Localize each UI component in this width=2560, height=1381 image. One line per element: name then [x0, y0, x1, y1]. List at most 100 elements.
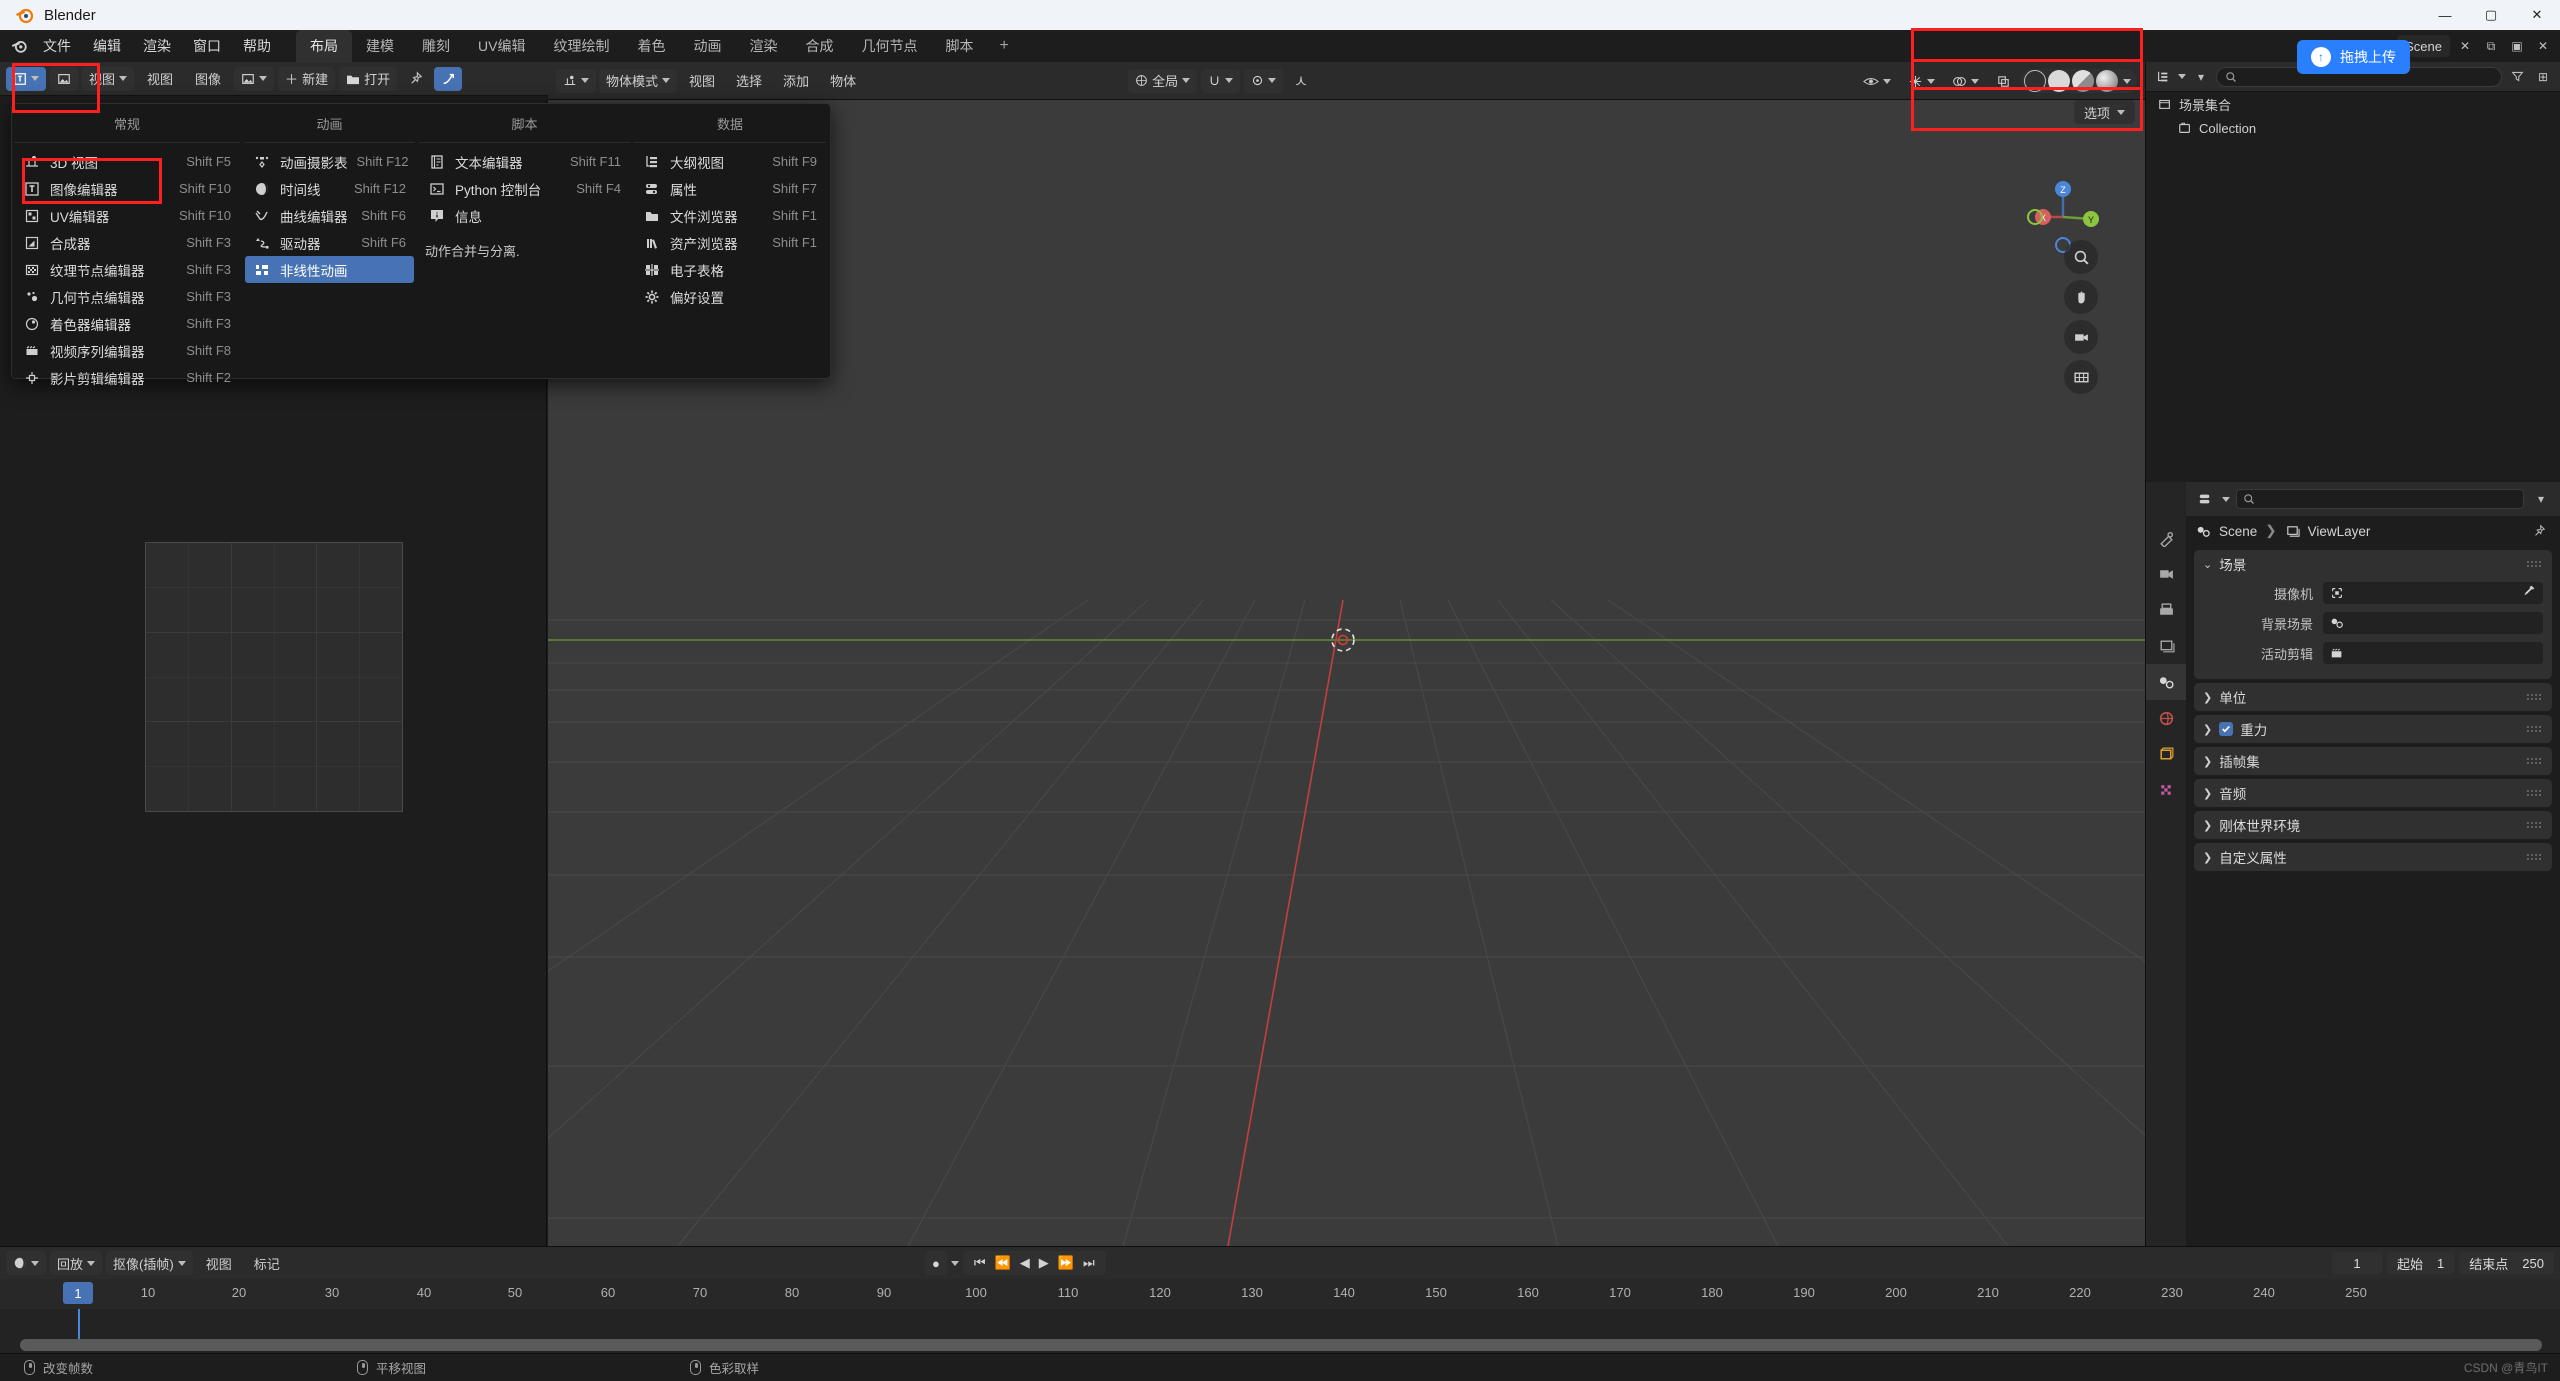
- visibility-filter-icon[interactable]: [1856, 69, 1898, 93]
- menu-item-spreadsheet[interactable]: 电子表格: [635, 256, 825, 283]
- tab-output-icon[interactable]: [2146, 592, 2186, 628]
- viewlayer-icon[interactable]: ▣: [2506, 35, 2528, 57]
- breadcrumb-viewlayer[interactable]: ViewLayer: [2308, 524, 2371, 539]
- timeline-menu-view[interactable]: 视图: [197, 1254, 241, 1273]
- shading-wireframe-icon[interactable]: [2024, 70, 2046, 92]
- menu-item-video-sequencer[interactable]: 视频序列编辑器 Shift F8: [15, 337, 239, 364]
- tab-rendering[interactable]: 渲染: [735, 30, 791, 62]
- transform-orientation-dropdown[interactable]: 全局: [1128, 68, 1198, 93]
- tab-shading[interactable]: 着色: [623, 30, 679, 62]
- shading-material-icon[interactable]: [2072, 70, 2094, 92]
- transport-controls[interactable]: ⏮ ⏪ ◀ ▶ ⏩ ⏭: [962, 1251, 1106, 1275]
- jump-to-start-icon[interactable]: ⏮: [974, 1255, 986, 1271]
- menu-item-movie-clip-editor[interactable]: 影片剪辑编辑器 Shift F2: [15, 364, 239, 391]
- close-button[interactable]: ✕: [2514, 0, 2560, 30]
- timeline-track-area[interactable]: [0, 1309, 2560, 1354]
- panel-audio[interactable]: ❯ 音频: [2194, 779, 2552, 807]
- grip-dots-units[interactable]: [2526, 692, 2543, 703]
- grip-dots-custom[interactable]: [2526, 852, 2543, 863]
- add-workspace-button[interactable]: +: [987, 35, 1020, 57]
- gizmo-toggle-icon[interactable]: [1901, 69, 1942, 93]
- menu-item-geometry-node-editor[interactable]: 几何节点编辑器 Shift F3: [15, 283, 239, 310]
- shading-rendered-icon[interactable]: [2096, 70, 2118, 92]
- tab-uv-editing[interactable]: UV编辑: [464, 30, 539, 62]
- minimize-button[interactable]: —: [2422, 0, 2468, 30]
- tab-animation[interactable]: 动画: [679, 30, 735, 62]
- image-menu-image[interactable]: 图像: [186, 69, 230, 88]
- menu-item-shader-editor[interactable]: 着色器编辑器 Shift F3: [15, 310, 239, 337]
- viewport-menu-select[interactable]: 选择: [727, 71, 771, 90]
- outliner-row-scene-collection[interactable]: 场景集合: [2146, 92, 2560, 116]
- current-frame-field[interactable]: 1: [2332, 1252, 2383, 1274]
- timeline-horizontal-scrollbar[interactable]: [20, 1339, 2542, 1351]
- upload-widget[interactable]: ↑ 拖拽上传: [2297, 40, 2410, 74]
- menu-item-text-editor[interactable]: 文本编辑器 Shift F11: [420, 148, 629, 175]
- copy-scene-icon[interactable]: ⧉: [2480, 35, 2502, 57]
- pan-hand-icon[interactable]: [2064, 280, 2098, 314]
- menu-item-outliner[interactable]: 大纲视图 Shift F9: [635, 148, 825, 175]
- panel-scene[interactable]: ⌄ 场景 摄像机 背景场景 活动剪辑: [2194, 550, 2552, 679]
- playback-menu[interactable]: 回放: [50, 1251, 103, 1275]
- menu-item-image-editor[interactable]: 图像编辑器 Shift F10: [15, 175, 239, 202]
- object-mode-dropdown[interactable]: 物体模式: [599, 68, 678, 93]
- menu-item-preferences[interactable]: 偏好设置: [635, 283, 825, 310]
- viewport-menu-object[interactable]: 物体: [821, 71, 865, 90]
- grip-dots-scene[interactable]: [2526, 559, 2543, 570]
- proportional-edit-icon[interactable]: [1244, 68, 1284, 93]
- menu-item-drivers[interactable]: 驱动器 Shift F6: [245, 229, 414, 256]
- open-image-button[interactable]: 打开: [339, 66, 398, 91]
- ortho-toggle-icon[interactable]: [2064, 360, 2098, 394]
- panel-head-scene[interactable]: ⌄ 场景: [2194, 550, 2552, 578]
- menu-item-python-console[interactable]: Python 控制台 Shift F4: [420, 175, 629, 202]
- panel-head-rigid-body-world[interactable]: ❯ 刚体世界环境: [2194, 811, 2552, 839]
- tab-sculpting[interactable]: 雕刻: [408, 30, 464, 62]
- outliner-editor-type-icon[interactable]: [2152, 66, 2174, 88]
- maximize-button[interactable]: ▢: [2468, 0, 2514, 30]
- eyedropper-icon[interactable]: [2522, 584, 2536, 603]
- field-input-active-clip[interactable]: [2323, 642, 2543, 664]
- editor-type-selector[interactable]: [6, 66, 46, 91]
- tab-layout[interactable]: 布局: [296, 30, 352, 62]
- field-input-camera[interactable]: [2323, 582, 2543, 604]
- tab-texture-icon[interactable]: [2146, 772, 2186, 808]
- panel-head-keying-sets[interactable]: ❯ 插帧集: [2194, 747, 2552, 775]
- overlays-toggle-icon[interactable]: [1945, 69, 1986, 93]
- viewlayer-x-icon[interactable]: ✕: [2532, 35, 2554, 57]
- tab-world-icon[interactable]: [2146, 700, 2186, 736]
- timeline-ruler[interactable]: 1 10 20 30 40 50 60 70 80 90 100 110 120…: [0, 1279, 2560, 1309]
- outliner-filter-icon[interactable]: [2506, 66, 2528, 88]
- menu-item-properties[interactable]: 属性 Shift F7: [635, 175, 825, 202]
- blender-menu-icon[interactable]: [6, 35, 32, 57]
- next-keyframe-icon[interactable]: ⏩: [1058, 1255, 1074, 1271]
- tab-compositing[interactable]: 合成: [791, 30, 847, 62]
- menu-item-texture-node-editor[interactable]: 纹理节点编辑器 Shift F3: [15, 256, 239, 283]
- pin-icon[interactable]: [401, 67, 430, 91]
- frame-start-field[interactable]: 起始 1: [2387, 1252, 2455, 1274]
- menu-edit[interactable]: 编辑: [82, 33, 132, 59]
- panel-head-gravity[interactable]: ❯ 重力: [2194, 715, 2552, 743]
- camera-view-icon[interactable]: [2064, 320, 2098, 354]
- tab-modeling[interactable]: 建模: [352, 30, 408, 62]
- grip-dots-gravity[interactable]: [2526, 724, 2543, 735]
- menu-item-info[interactable]: 信息: [420, 202, 629, 229]
- timeline-menu-marker[interactable]: 标记: [245, 1254, 289, 1273]
- image-view-mode-dropdown[interactable]: 视图: [82, 66, 135, 91]
- outliner-display-mode-icon[interactable]: ▾: [2190, 66, 2212, 88]
- timeline-editor-type-icon[interactable]: [6, 1251, 46, 1275]
- panel-gravity[interactable]: ❯ 重力: [2194, 715, 2552, 743]
- tab-scene-icon[interactable]: [2146, 664, 2186, 700]
- tab-viewlayer-icon[interactable]: [2146, 628, 2186, 664]
- falloff-curve-icon[interactable]: [1287, 69, 1315, 93]
- editor-type-dropdown-menu[interactable]: 常规 3D 视图 Shift F5 图像编辑器 Shift F10 UV编辑器 …: [11, 103, 831, 387]
- image-mode-icon[interactable]: [50, 66, 78, 91]
- tab-geometry-nodes[interactable]: 几何节点: [847, 30, 931, 62]
- auto-refresh-icon[interactable]: [434, 66, 463, 91]
- play-icon[interactable]: ▶: [1039, 1255, 1049, 1271]
- properties-options-icon[interactable]: ▾: [2530, 488, 2552, 510]
- new-image-button[interactable]: ＋ 新建: [278, 66, 336, 91]
- menu-item-dope-sheet[interactable]: 动画摄影表 Shift F12: [245, 148, 414, 175]
- frame-end-field[interactable]: 结束点 250: [2459, 1252, 2554, 1274]
- tab-scripting[interactable]: 脚本: [931, 30, 987, 62]
- grip-dots-rigidbody[interactable]: [2526, 820, 2543, 831]
- menu-item-3d-view[interactable]: 3D 视图 Shift F5: [15, 148, 239, 175]
